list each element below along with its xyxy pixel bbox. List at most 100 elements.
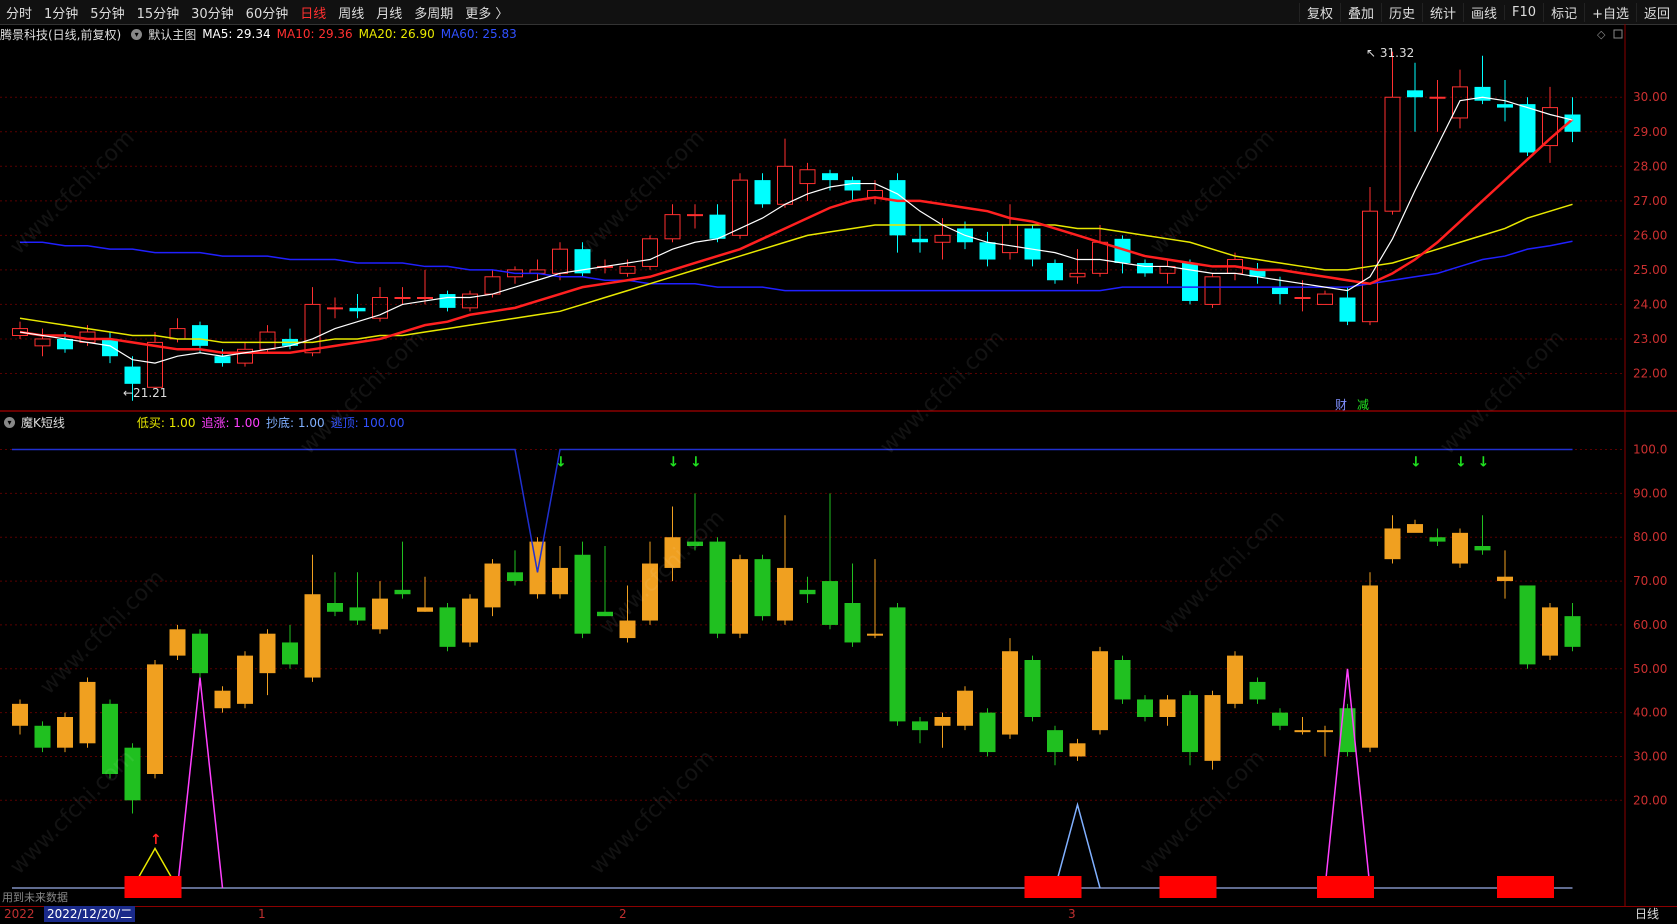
osc-body bbox=[1497, 576, 1513, 582]
osc-candle bbox=[1542, 603, 1558, 660]
finance-marker: 财 bbox=[1335, 398, 1347, 412]
price-candle bbox=[1092, 225, 1108, 277]
price-candle bbox=[1137, 259, 1153, 277]
price-candle bbox=[1542, 86, 1558, 163]
price-axis: 30.00 29.00 28.00 27.00 26.00 25.00 24.00 23.00… bbox=[1633, 90, 1667, 807]
annotations: ↖ 31.32 ←21.21 财 减 ◇ bbox=[123, 28, 1623, 412]
osc-body bbox=[664, 537, 681, 568]
osc-body bbox=[394, 589, 411, 595]
candle-body bbox=[124, 366, 141, 384]
osc-body bbox=[597, 611, 613, 617]
osc-body bbox=[1474, 546, 1491, 551]
osc-body bbox=[259, 633, 276, 674]
osc-body bbox=[1384, 528, 1401, 560]
price-candle bbox=[1047, 259, 1063, 284]
price-candle bbox=[1024, 225, 1041, 267]
bottom-spike bbox=[1054, 801, 1101, 889]
osc-candle bbox=[1429, 528, 1446, 546]
osc-body bbox=[552, 567, 568, 595]
candle-body bbox=[417, 297, 433, 300]
osc-body bbox=[1024, 660, 1041, 717]
osc-candle bbox=[1047, 725, 1063, 766]
osc-body bbox=[642, 563, 658, 621]
osc-candle bbox=[124, 743, 141, 814]
osc-body bbox=[1159, 699, 1176, 717]
osc-body bbox=[1272, 712, 1288, 726]
osc-body bbox=[619, 620, 636, 639]
osc-candle bbox=[1092, 646, 1108, 735]
osc-body bbox=[1249, 681, 1266, 700]
candle-body bbox=[1069, 272, 1086, 278]
osc-candle bbox=[777, 515, 793, 625]
candle-body bbox=[327, 307, 343, 310]
signal-bar bbox=[1317, 876, 1374, 898]
osc-candle bbox=[1182, 690, 1198, 766]
candle-body bbox=[934, 234, 951, 243]
osc-candle bbox=[34, 721, 51, 753]
price-candle bbox=[1407, 62, 1423, 132]
signal-bar bbox=[124, 876, 182, 898]
price-candle bbox=[304, 287, 321, 357]
osc-candle bbox=[552, 546, 568, 599]
price-candle bbox=[1339, 287, 1356, 326]
moving-averages bbox=[19, 96, 1574, 364]
osc-body bbox=[1407, 524, 1423, 533]
candle-body bbox=[844, 180, 861, 191]
osc-candle bbox=[327, 572, 343, 617]
osc-body bbox=[709, 541, 726, 634]
price-candle bbox=[327, 297, 343, 319]
ma20-line bbox=[19, 203, 1573, 344]
osc-candle bbox=[1474, 515, 1491, 555]
price-candle bbox=[1159, 259, 1176, 284]
osc-candle bbox=[687, 493, 703, 551]
osc-body bbox=[327, 603, 343, 612]
candle-body bbox=[102, 338, 118, 357]
osc-candle bbox=[1137, 695, 1153, 722]
osc-candle bbox=[417, 576, 433, 612]
osc-body bbox=[822, 581, 838, 625]
sell-arrow-icon: ↓ bbox=[690, 455, 702, 471]
kline-chart[interactable]: ↓ ↓ ↓ ↓ ↓ ↓↑ 30.0029.0028.0027.0026.0025.0024… bbox=[0, 0, 1677, 923]
osc-candle bbox=[709, 537, 726, 639]
osc-body bbox=[192, 633, 208, 674]
osc-body bbox=[1069, 743, 1086, 757]
osc-body bbox=[1542, 607, 1558, 656]
candle-body bbox=[1317, 293, 1333, 305]
osc-body bbox=[507, 572, 523, 582]
candle-body bbox=[619, 265, 636, 274]
price-tick: 26.00 bbox=[1633, 228, 1667, 242]
osc-candle bbox=[574, 541, 591, 639]
price-candle bbox=[1384, 51, 1401, 215]
candle-body bbox=[259, 331, 276, 350]
osc-candle bbox=[259, 629, 276, 696]
period-indicator[interactable]: 日线 bbox=[1635, 906, 1659, 922]
osc-body bbox=[1227, 655, 1243, 704]
price-candle bbox=[507, 266, 523, 284]
osc-body bbox=[912, 721, 928, 731]
price-candle bbox=[1002, 204, 1018, 260]
price-candle bbox=[912, 225, 928, 253]
price-candle bbox=[844, 176, 861, 201]
osc-candle bbox=[1362, 572, 1378, 753]
osc-candle bbox=[1002, 638, 1018, 739]
osc-body bbox=[934, 717, 951, 726]
price-tick: 22.00 bbox=[1633, 366, 1667, 380]
candle-body bbox=[1024, 228, 1041, 260]
candle-body bbox=[732, 179, 748, 236]
osc-candle bbox=[912, 717, 928, 744]
price-tick: 27.00 bbox=[1633, 194, 1667, 208]
osc-body bbox=[79, 681, 96, 744]
osc-candle bbox=[642, 541, 658, 625]
signal-bar bbox=[1497, 876, 1554, 898]
candle-body bbox=[687, 214, 703, 217]
price-candle bbox=[1182, 259, 1198, 305]
osc-body bbox=[124, 747, 141, 801]
osc-body bbox=[867, 633, 883, 636]
osc-body bbox=[1429, 537, 1446, 542]
candle-body bbox=[889, 180, 906, 236]
price-candles bbox=[12, 51, 1581, 401]
osc-candle bbox=[1497, 550, 1513, 599]
top-escape-line bbox=[12, 448, 1573, 573]
osc-body bbox=[1204, 695, 1221, 761]
candle-body bbox=[979, 242, 996, 260]
